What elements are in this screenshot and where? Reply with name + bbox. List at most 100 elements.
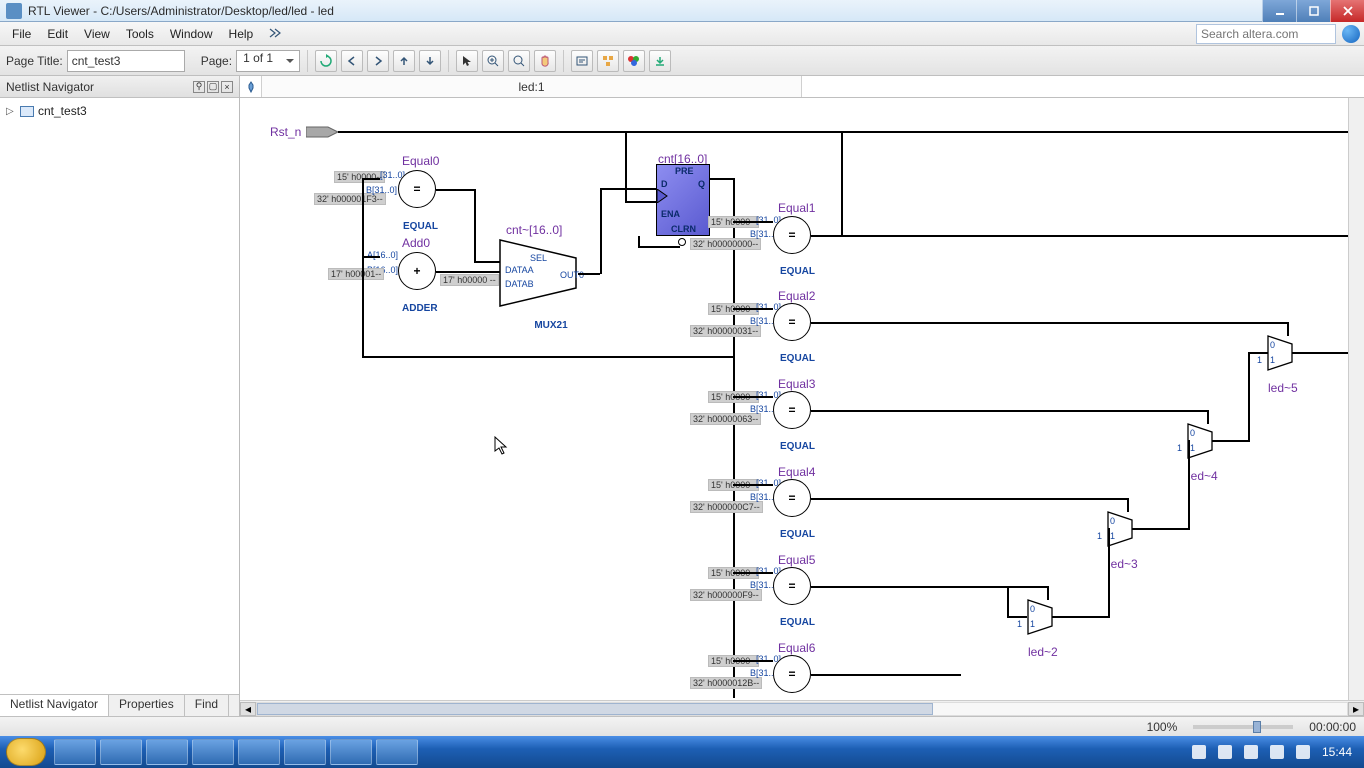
type-adder: ADDER [402, 303, 438, 314]
pointer-tool[interactable] [456, 50, 478, 72]
maximize-button[interactable] [1296, 0, 1330, 22]
horizontal-scrollbar[interactable]: ◂ ▸ [240, 700, 1364, 716]
const-e1-b: 32' h00000000-- [690, 238, 761, 250]
tree-root-label: cnt_test3 [38, 104, 87, 118]
menu-edit[interactable]: Edit [39, 25, 76, 43]
sidebar-float-icon[interactable]: ▢ [207, 81, 219, 93]
mm2-0: 0 [1030, 604, 1035, 614]
back-button[interactable] [341, 50, 363, 72]
op-equal6[interactable]: = [773, 655, 811, 693]
search-input[interactable] [1196, 24, 1336, 44]
page-title-field[interactable] [67, 50, 185, 72]
page-combo[interactable]: 1 of 1 [236, 50, 300, 72]
tray-icon[interactable] [1244, 745, 1258, 759]
taskbar-item[interactable] [284, 739, 326, 765]
find-button[interactable] [571, 50, 593, 72]
entity-icon [20, 106, 34, 117]
hand-tool[interactable] [534, 50, 556, 72]
netlist-options-button[interactable] [597, 50, 619, 72]
op-equal4[interactable]: = [773, 479, 811, 517]
time-label: 00:00:00 [1309, 720, 1356, 734]
mouse-cursor-icon [494, 436, 508, 456]
type-equal2: EQUAL [780, 353, 815, 364]
taskbar-item[interactable] [146, 739, 188, 765]
label-equal6: Equal6 [778, 641, 815, 655]
op-add0[interactable]: + [398, 252, 436, 290]
tray-icon[interactable] [1296, 745, 1310, 759]
mm3-0: 0 [1110, 516, 1115, 526]
type-mux21: MUX21 [526, 320, 576, 331]
tab-netlist-navigator[interactable]: Netlist Navigator [0, 695, 109, 716]
status-bar: 100% 00:00:00 [0, 716, 1364, 736]
pin-icon[interactable] [240, 76, 262, 97]
export-button[interactable] [649, 50, 671, 72]
mm2-1: 1 [1030, 619, 1035, 629]
menu-file[interactable]: File [4, 25, 39, 43]
register-cnt[interactable]: PRE D Q ENA CLRN [656, 164, 710, 236]
menu-view[interactable]: View [76, 25, 118, 43]
refresh-button[interactable] [315, 50, 337, 72]
menu-help[interactable]: Help [221, 25, 262, 43]
port-equal0-b: B[31..0] [366, 185, 397, 195]
taskbar-item[interactable] [100, 739, 142, 765]
minimize-button[interactable] [1262, 0, 1296, 22]
sidebar-close-icon[interactable]: × [221, 81, 233, 93]
clock[interactable]: 15:44 [1322, 745, 1352, 759]
vertical-scrollbar[interactable] [1348, 98, 1364, 700]
start-button[interactable] [6, 738, 46, 766]
label-cntmux: cnt~[16..0] [506, 223, 562, 237]
op-equal1[interactable]: = [773, 216, 811, 254]
input-port-icon [306, 125, 340, 139]
const-17h0-mux: 17' h00000 -- [440, 274, 499, 286]
port-mux-dataa: DATAA [505, 265, 534, 275]
tree-root-item[interactable]: ▷ cnt_test3 [6, 104, 233, 118]
menu-tools[interactable]: Tools [118, 25, 162, 43]
mm4-1: 1 [1190, 443, 1195, 453]
scroll-right-button[interactable]: ▸ [1348, 702, 1364, 716]
const-e6-b: 32' h0000012B-- [690, 677, 762, 689]
scroll-thumb[interactable] [257, 703, 933, 715]
forward-button[interactable] [367, 50, 389, 72]
tray-icon[interactable] [1270, 745, 1284, 759]
tray-icon[interactable] [1192, 745, 1206, 759]
zoom-fit-button[interactable] [508, 50, 530, 72]
tree[interactable]: ▷ cnt_test3 [0, 98, 239, 694]
sidebar-pin-icon[interactable]: ⚲ [193, 81, 205, 93]
menu-window[interactable]: Window [162, 25, 221, 43]
clrn-bubble [678, 238, 686, 246]
label-led4: led~4 [1188, 469, 1218, 483]
window-controls [1262, 0, 1364, 21]
label-equal0: Equal0 [402, 154, 439, 168]
op-equal0[interactable]: = [398, 170, 436, 208]
taskbar-item[interactable] [54, 739, 96, 765]
menu-overflow-icon[interactable] [261, 24, 289, 43]
mm5-0: 0 [1270, 340, 1275, 350]
taskbar-item[interactable] [192, 739, 234, 765]
tab-find[interactable]: Find [185, 695, 229, 716]
close-button[interactable] [1330, 0, 1364, 22]
taskbar-item[interactable] [376, 739, 418, 765]
schematic-canvas[interactable]: Rst_n Equal0 15' h0000-- [31..0] 32' h00… [240, 98, 1364, 700]
scroll-left-button[interactable]: ◂ [240, 702, 256, 716]
page-label: Page: [201, 54, 232, 68]
up-hierarchy-button[interactable] [393, 50, 415, 72]
globe-icon[interactable] [1342, 25, 1360, 43]
down-hierarchy-button[interactable] [419, 50, 441, 72]
document-tab[interactable]: led:1 [262, 76, 802, 97]
type-equal4: EQUAL [780, 529, 815, 540]
color-options-button[interactable] [623, 50, 645, 72]
op-equal3[interactable]: = [773, 391, 811, 429]
type-equal0: EQUAL [403, 221, 438, 232]
taskbar: 15:44 [0, 736, 1364, 768]
tree-expander-icon[interactable]: ▷ [6, 106, 16, 117]
tray-icon[interactable] [1218, 745, 1232, 759]
zoom-in-button[interactable] [482, 50, 504, 72]
op-equal5[interactable]: = [773, 567, 811, 605]
page-title-label: Page Title: [6, 54, 63, 68]
taskbar-item[interactable] [330, 739, 372, 765]
op-equal2[interactable]: = [773, 303, 811, 341]
scroll-track[interactable] [256, 702, 1348, 716]
zoom-slider[interactable] [1193, 725, 1293, 729]
tab-properties[interactable]: Properties [109, 695, 185, 716]
taskbar-item[interactable] [238, 739, 280, 765]
